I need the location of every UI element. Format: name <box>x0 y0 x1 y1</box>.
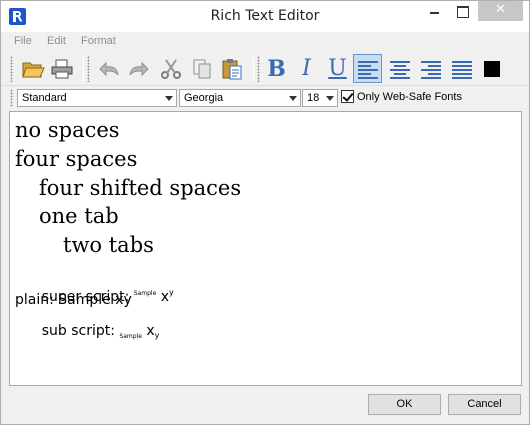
editor-line: one tab <box>39 204 119 228</box>
minimize-button[interactable] <box>421 1 448 21</box>
toolbar-grip[interactable] <box>10 89 13 107</box>
plain-line: plain: Sample xy <box>15 292 132 308</box>
toolbar: B I U <box>1 52 529 86</box>
rich-text-editor-window: Rich Text Editor ✕ File Edit Format B I … <box>0 0 530 425</box>
toolbar-grip[interactable] <box>257 56 260 82</box>
font-bar: Standard Georgia 18 Only Web-Safe Fonts <box>1 87 529 109</box>
italic-icon: I <box>302 55 311 81</box>
menu-file[interactable]: File <box>14 35 32 47</box>
close-button[interactable]: ✕ <box>478 1 523 21</box>
menu-bar: File Edit Format <box>1 32 529 52</box>
websafe-fonts-checkbox[interactable] <box>341 90 354 103</box>
toolbar-separator <box>253 57 254 81</box>
subscript-y: y <box>154 331 160 340</box>
paste-icon <box>222 58 241 79</box>
font-size-select[interactable]: 18 <box>302 89 338 107</box>
text-editor-area[interactable]: no spaces four spaces four shifted space… <box>9 111 522 386</box>
title-bar: Rich Text Editor ✕ <box>1 1 529 32</box>
align-right-button[interactable] <box>416 54 445 83</box>
print-button[interactable] <box>47 54 76 83</box>
maximize-button[interactable] <box>448 1 475 21</box>
bold-icon: B <box>267 55 286 82</box>
paste-button[interactable] <box>217 54 246 83</box>
toolbar-grip[interactable] <box>87 56 90 82</box>
align-center-button[interactable] <box>385 54 414 83</box>
undo-button[interactable] <box>94 54 123 83</box>
toolbar-grip[interactable] <box>10 56 13 82</box>
font-family-value: Georgia <box>184 92 224 104</box>
font-size-value: 18 <box>307 92 320 104</box>
underline-button[interactable]: U <box>323 54 352 83</box>
align-left-button[interactable] <box>353 54 382 83</box>
cut-icon <box>160 58 181 79</box>
justify-icon <box>451 60 472 79</box>
websafe-fonts-label: Only Web-Safe Fonts <box>357 91 462 103</box>
open-folder-icon <box>21 62 45 77</box>
redo-icon <box>129 61 149 76</box>
ok-button[interactable]: OK <box>368 394 441 415</box>
justify-button[interactable] <box>447 54 476 83</box>
align-left-icon <box>357 60 378 79</box>
align-right-icon <box>420 60 441 79</box>
chevron-down-icon <box>326 96 334 101</box>
superscript-sample: Sample <box>133 290 157 297</box>
text-color-button[interactable] <box>477 54 506 83</box>
superscript-x: x <box>160 289 170 305</box>
copy-button[interactable] <box>187 54 216 83</box>
subscript-sample: Sample <box>119 333 142 340</box>
align-center-icon <box>389 60 410 79</box>
editor-line: two tabs <box>63 233 154 257</box>
toolbar-separator <box>83 57 84 81</box>
editor-line: no spaces <box>15 118 120 142</box>
chevron-down-icon <box>165 96 173 101</box>
dialog-footer: OK Cancel <box>1 387 529 424</box>
font-family-select[interactable]: Georgia <box>179 89 301 107</box>
subscript-line: sub script: Sample xy <box>15 310 160 352</box>
print-icon <box>51 59 72 78</box>
chevron-down-icon <box>289 96 297 101</box>
redo-button[interactable] <box>124 54 153 83</box>
cancel-button[interactable]: Cancel <box>448 394 521 415</box>
subscript-x: x <box>146 323 155 339</box>
superscript-y: y <box>169 288 174 297</box>
undo-icon <box>98 61 118 76</box>
text-color-icon <box>483 60 500 77</box>
editor-line: four shifted spaces <box>39 176 242 200</box>
cut-button[interactable] <box>156 54 185 83</box>
menu-format[interactable]: Format <box>81 35 116 47</box>
bold-button[interactable]: B <box>262 54 291 83</box>
paragraph-style-value: Standard <box>22 92 67 104</box>
menu-edit[interactable]: Edit <box>47 35 66 47</box>
underline-icon: U <box>328 55 347 81</box>
paragraph-style-select[interactable]: Standard <box>17 89 177 107</box>
italic-button[interactable]: I <box>292 54 321 83</box>
editor-line: four spaces <box>15 147 138 171</box>
open-button[interactable] <box>18 54 47 83</box>
subscript-label: sub script: <box>41 323 120 339</box>
copy-icon <box>193 59 210 78</box>
close-icon: ✕ <box>495 2 506 17</box>
